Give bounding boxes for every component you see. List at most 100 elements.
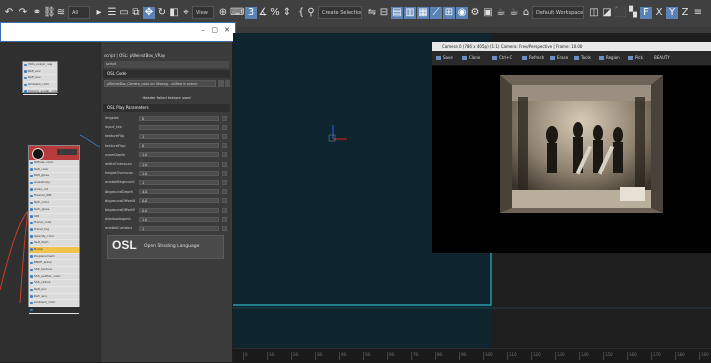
spinner-snap-icon[interactable]: ⇕ [281, 7, 293, 19]
param-map-button[interactable] [222, 189, 227, 195]
param-map-button[interactable] [222, 133, 227, 139]
param-value-field[interactable]: 4.0 [139, 189, 219, 195]
layer-explorer-icon[interactable]: ▤ [391, 7, 403, 19]
material-editor-icon[interactable]: ◉ [456, 7, 468, 19]
properties-icon[interactable]: ≡ [692, 7, 704, 19]
param-value-field[interactable]: 0.0 [139, 198, 219, 204]
close-button[interactable]: ✕ [224, 26, 230, 34]
erase-button[interactable]: Erase [550, 54, 568, 62]
param-value-field[interactable]: 1.0 [139, 170, 219, 176]
param-map-button[interactable] [222, 124, 227, 130]
osl-file-path-field[interactable]: pWeinstBox_Camera_code.osl (Hwang - unif… [104, 80, 216, 87]
vray-frame-icon[interactable]: ◫ [588, 7, 600, 19]
node-port[interactable]: Diffuse_color [29, 160, 79, 167]
redo-icon[interactable]: ↷ [17, 7, 29, 19]
node-port[interactable]: SSS_scatter_color [29, 274, 79, 281]
move-icon[interactable]: ✥ [143, 7, 155, 19]
render-setup-icon[interactable]: ⚙ [469, 7, 481, 19]
snap-3d-icon[interactable]: 3 [245, 7, 257, 19]
script-dialog-titlebar[interactable]: – ▢ ✕ [0, 22, 236, 42]
param-map-button[interactable] [222, 115, 227, 121]
node-port[interactable]: Refl_color [29, 167, 79, 174]
selection-set-dropdown[interactable]: Create Selection Se [318, 6, 362, 19]
frame-buffer-title[interactable]: Camera 0 (786 x 405p) (1:1) Camera: Free… [432, 42, 711, 51]
browse-button[interactable] [218, 80, 224, 87]
pivot-icon[interactable]: ⊕ [217, 7, 229, 19]
schematic-view-icon[interactable]: ⊞ [443, 7, 455, 19]
param-value-field[interactable]: 0.0 [139, 207, 219, 213]
node-port[interactable]: Displacement [29, 254, 79, 261]
osl-params-section[interactable]: OSL Play Parameters [103, 104, 230, 112]
vray-material-node[interactable]: Diffuse_color Refl_color Refl_gloss Anis… [28, 145, 80, 314]
unlink-icon[interactable]: ⛓ [43, 7, 56, 19]
undo-icon[interactable]: ↶ [3, 7, 15, 19]
node-port[interactable]: Aniso_rot [29, 187, 79, 194]
param-map-button[interactable] [222, 198, 227, 204]
mirror-icon[interactable]: ⇋ [366, 7, 378, 19]
param-value-field[interactable]: 1 [139, 225, 219, 231]
view-dropdown[interactable]: All [68, 6, 90, 19]
param-map-button[interactable] [222, 143, 227, 149]
node-port[interactable]: IOR [29, 214, 79, 221]
rect-select-icon[interactable]: ▭ [118, 7, 130, 19]
scale-icon[interactable]: ◧ [168, 7, 180, 19]
node-port[interactable]: Refr_color [29, 200, 79, 207]
ribbon-icon[interactable]: ▦ [417, 7, 429, 19]
param-map-button[interactable] [222, 152, 227, 158]
node-port[interactable]: Self_illum [29, 240, 79, 247]
rotate-icon[interactable]: ↻ [156, 7, 168, 19]
param-map-button[interactable] [222, 161, 227, 167]
node-port[interactable]: Refr_env [29, 294, 79, 301]
link-icon[interactable]: ⚭ [31, 7, 43, 19]
fb-icon[interactable]: F [640, 7, 652, 19]
reload-button[interactable] [225, 80, 230, 87]
curve-editor-icon[interactable]: ⟋ [430, 7, 442, 19]
y-axis-icon[interactable]: Y [666, 7, 678, 19]
region-button[interactable]: Region [599, 54, 620, 62]
scene-explorer-icon[interactable]: ▥ [404, 7, 416, 19]
param-value-field[interactable]: 1.0 [139, 161, 219, 167]
workspace-dropdown[interactable]: Default Workspace [532, 6, 584, 19]
node-port[interactable]: Volume_scalar_color [29, 307, 79, 314]
clone-button[interactable]: Clone [462, 54, 480, 62]
node-port[interactable]: SSS_radius [29, 280, 79, 288]
node-port[interactable]: BRDF_aniso [29, 260, 79, 267]
osl-code-section[interactable]: OSL Code [103, 70, 230, 78]
vray-camera-icon[interactable]: ▚ [627, 7, 639, 19]
param-map-button[interactable] [222, 207, 227, 213]
param-value-field[interactable]: 0 [139, 143, 219, 149]
align-icon[interactable]: ⊟ [378, 7, 390, 19]
param-value-field[interactable]: 1 [139, 179, 219, 185]
param-value-field[interactable]: 0 [139, 115, 219, 121]
node-port[interactable]: Transl_fog [29, 227, 79, 234]
viewport-dropdown[interactable]: View [192, 6, 214, 19]
param-value-field[interactable]: 1.0 [139, 216, 219, 222]
node-editor[interactable]: VOG_scalar_raw Refl_env Refl_env Ambient… [0, 35, 100, 362]
keyboard-shortcut-icon[interactable]: ⌨ [230, 7, 244, 19]
a360-icon[interactable]: ⌂ [520, 7, 532, 19]
x-axis-icon[interactable]: X [653, 7, 665, 19]
select-icon[interactable]: ▸ [93, 7, 105, 19]
placement-icon[interactable]: ⌖ [180, 7, 192, 19]
bind-icon[interactable]: ≋ [55, 7, 67, 19]
node-port[interactable]: Ambient_color [29, 300, 79, 308]
param-value-field[interactable] [139, 124, 219, 130]
refresh-button[interactable]: Refresh [522, 54, 544, 62]
node-port[interactable]: Refl_gloss [29, 173, 79, 181]
z-axis-icon[interactable]: Z [679, 7, 691, 19]
param-map-button[interactable] [222, 170, 227, 176]
vray-ipr-icon[interactable]: ⬛ [614, 7, 626, 19]
vray-render-icon[interactable]: ◪ [601, 7, 613, 19]
node-port[interactable]: Refl_env [29, 287, 79, 294]
node-port[interactable]: Fresnel_IOR [29, 193, 79, 201]
render-icon[interactable]: ☕ [495, 7, 507, 19]
save-button[interactable]: Save [436, 54, 453, 62]
node-header[interactable] [29, 146, 79, 160]
node-port[interactable]: Transl_color [29, 220, 79, 227]
node-port[interactable]: Refr_gloss [29, 207, 79, 214]
maximize-button[interactable]: ▢ [211, 26, 218, 34]
copy-button[interactable]: Ctrl+C [492, 54, 512, 62]
param-map-button[interactable] [222, 225, 227, 231]
named-sets-icon[interactable]: ⚲ [305, 7, 317, 19]
node-port[interactable]: Opacity_color [29, 234, 79, 241]
